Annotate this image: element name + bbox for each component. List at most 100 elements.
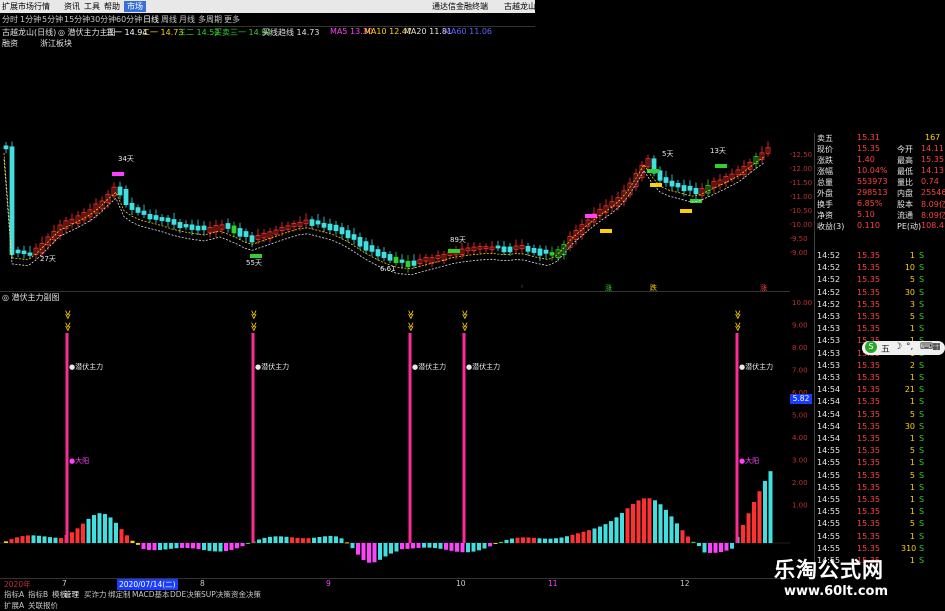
tab-indicator-b[interactable]: 指标B: [28, 589, 48, 600]
tab-linked-quote[interactable]: 关联报价: [28, 600, 58, 611]
histogram-bar: [119, 529, 124, 543]
period-more[interactable]: 更多: [224, 14, 240, 25]
histogram-bar: [323, 536, 327, 543]
tab-manage[interactable]: 管理: [64, 589, 79, 600]
tick-time: 14:54: [817, 434, 841, 443]
quote-value-2: 255460: [921, 188, 945, 197]
histogram-bar: [207, 543, 212, 551]
price-axis-label: 12.50: [792, 151, 812, 159]
histogram-bar: [686, 536, 690, 543]
candle-body: [411, 260, 417, 266]
sector-label[interactable]: 浙江板块: [40, 38, 72, 49]
period-weekly[interactable]: 周线: [161, 14, 177, 25]
histogram-bar: [422, 543, 426, 548]
price-annotation: 6.61: [380, 265, 396, 273]
sub-indicator-name[interactable]: ◎ 潜伏主力副图: [2, 292, 60, 303]
histogram-bar: [372, 543, 377, 563]
histogram-bar: [86, 518, 91, 543]
candle-body: [117, 186, 123, 196]
histogram-bar: [350, 543, 355, 549]
candlestick-chart[interactable]: 34天 27天 55天 89天 5天 13天 6.61: [0, 49, 790, 291]
tick-side: S: [919, 275, 925, 285]
period-1min[interactable]: 1分钟: [20, 14, 41, 25]
candle-body: [135, 207, 141, 213]
period-60min[interactable]: 60分钟: [116, 14, 142, 25]
tick-volume: 5: [909, 409, 915, 419]
sub-indicator-chart[interactable]: ≫ ≫ ●潜伏主力 ●大阳 ≫ ≫ ●潜伏主力 ≫ ≫ ●潜伏主力 ≫ ≫ ●潜伏主力 ≫ ≫ ●潜伏主力 ●大…: [0, 303, 790, 578]
histogram-bar: [229, 543, 234, 550]
tab-macd[interactable]: MACD基本: [132, 589, 169, 600]
sub-info-bar: 融资 浙江板块: [0, 38, 535, 49]
candle-body: [693, 187, 699, 195]
histogram-bar: [548, 538, 553, 543]
tick-price: 15.35: [857, 360, 880, 370]
tick-price: 15.35: [857, 299, 880, 309]
quote-key-2: 股本: [897, 200, 913, 209]
menu-item-market[interactable]: 市场: [124, 1, 146, 12]
margin-label[interactable]: 融资: [2, 38, 18, 49]
tick-price: 15.35: [857, 251, 880, 260]
period-toolbar: 分时 1分钟 5分钟 15分钟 30分钟 60分钟 日线 周线 月线 多周期 更…: [0, 13, 535, 27]
input-method-widget[interactable]: S 五 ☽ °, ⌨ ▦: [862, 341, 945, 355]
menu-item-tools[interactable]: 工具: [84, 1, 100, 12]
period-monthly[interactable]: 月线: [179, 14, 195, 25]
period-30min[interactable]: 30分钟: [90, 14, 116, 25]
moon-icon[interactable]: ☽: [894, 342, 902, 352]
candle-body: [315, 220, 321, 225]
candle-body: [147, 213, 153, 220]
menu-item-news[interactable]: 资讯: [64, 1, 80, 12]
histogram-bar: [768, 471, 773, 543]
menu-item-help[interactable]: 帮助: [104, 1, 120, 12]
tick-volume: 30: [904, 421, 915, 431]
period-daily[interactable]: 日线: [143, 14, 159, 25]
tick-price: 15.35: [857, 531, 880, 541]
tick-side: S: [919, 434, 925, 443]
signal-label-big: ●大阳: [739, 456, 759, 465]
stock-period-label: 古越龙山(日线): [2, 28, 57, 37]
tab-sup[interactable]: SUP决策: [201, 589, 231, 600]
histogram-bar: [614, 517, 619, 543]
tab-ext-a[interactable]: 扩展A: [4, 600, 24, 611]
histogram-bar: [339, 538, 344, 543]
signal-label-big: ●大阳: [69, 456, 89, 465]
histogram-bar: [328, 535, 333, 543]
tick-volume: 1: [909, 495, 915, 504]
tick-time: 14:54: [817, 421, 841, 431]
histogram-bar: [713, 543, 718, 553]
histogram-bar: [499, 541, 503, 543]
tick-side: S: [919, 421, 925, 431]
quote-key-2: 量比: [897, 178, 913, 187]
tick-volume: 5: [909, 470, 915, 480]
candle-body: [321, 222, 327, 228]
histogram-bar: [213, 543, 217, 552]
tick-row: 14:53 15.35 1S: [815, 324, 945, 336]
grid-icon[interactable]: ▦: [932, 342, 941, 352]
tick-volume: 1: [909, 251, 915, 260]
tick-time: 14:53: [817, 360, 841, 370]
tick-row: 14:52 15.35 30 S: [815, 288, 945, 300]
tab-capital[interactable]: 资金决策: [231, 589, 261, 600]
period-intraday[interactable]: 分时: [2, 14, 18, 25]
punct-icon[interactable]: °,: [906, 342, 913, 352]
histogram-bar: [466, 543, 470, 553]
price-axis-label: 11.50: [792, 179, 812, 187]
signal-arrow-icon: ≫: [62, 310, 72, 319]
tick-row: 14:52 15.35 10 S: [815, 263, 945, 275]
histogram-bar: [543, 538, 547, 543]
period-15min[interactable]: 15分钟: [64, 14, 90, 25]
date-tick: 8: [200, 579, 205, 588]
menu-item-market-ext[interactable]: 扩展市场行情: [2, 1, 50, 12]
tick-time: 14:52: [817, 287, 841, 297]
ime-mode-label[interactable]: 五: [881, 342, 890, 355]
quote-value: 6.85%: [857, 199, 883, 208]
tab-indicator-a[interactable]: 指标A: [4, 589, 24, 600]
period-multi[interactable]: 多周期: [198, 14, 222, 25]
histogram-bar: [664, 509, 668, 543]
tab-dde[interactable]: DDE决策: [170, 589, 201, 600]
histogram-bar: [477, 543, 481, 551]
tab-bind[interactable]: 绑定制: [108, 589, 131, 600]
tick-row: 14:53 15.35 1S: [815, 373, 945, 385]
tab-buy-power[interactable]: 买诈力: [84, 589, 107, 600]
period-5min[interactable]: 5分钟: [42, 14, 63, 25]
quote-key-2: 最高: [897, 156, 913, 165]
